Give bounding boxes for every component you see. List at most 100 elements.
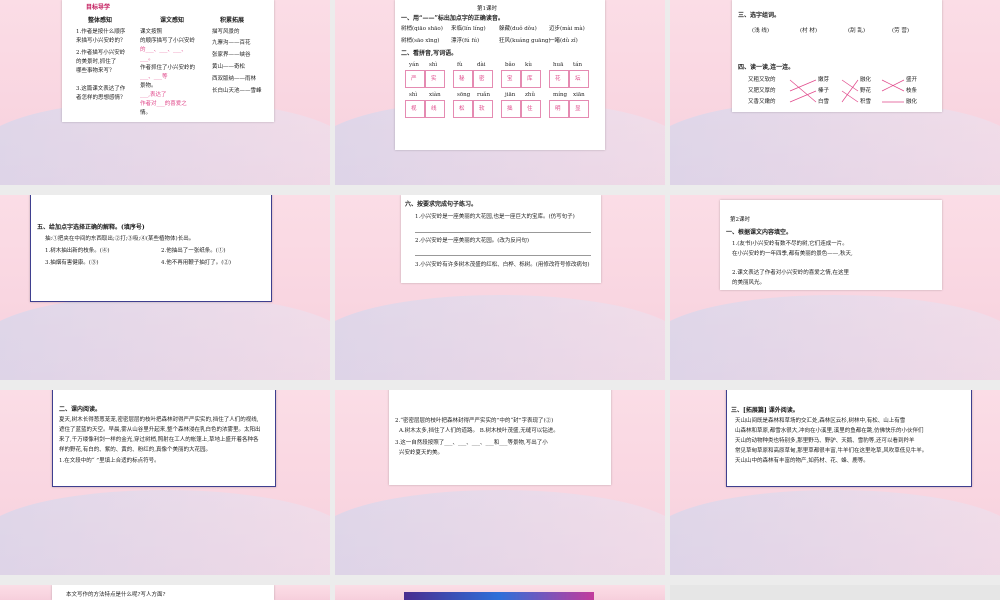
question-line: 兴安岭夏天的美。 (399, 450, 444, 456)
question-title: 二、课内阅读。 (59, 406, 102, 413)
passage-line: 天山的动物种类也特别多,那里野马、野驴、天鹅、雪豹等,还可以看到羚羊 (735, 438, 915, 444)
col1-line: 的美景时,抓住了 (76, 59, 117, 65)
col2-title: 课文感知 (160, 17, 185, 24)
col2-line: 课文按照 (140, 29, 163, 35)
col3-line: 描写风景的 (212, 29, 240, 35)
pinyin-label: xiān (573, 92, 585, 98)
col2-line: 的顺序描写了小兴安岭 (140, 38, 196, 44)
pinyin-row: 来临(lín líng) (451, 26, 486, 32)
pinyin-label: jiān (505, 92, 516, 98)
question-title: 六、按要求完成句子练习。 (405, 201, 478, 208)
pinyin-row: 漂浮(fú fú) (451, 38, 480, 44)
slide-card: 第1课时 一、用“——”标出加点字的正确读音。 树梢(qiāo shāo) 来临… (395, 0, 605, 150)
col1-line: 者怎样的思想感情？ (76, 95, 126, 101)
slide-thumbnail-2[interactable]: 第1课时 一、用“——”标出加点字的正确读音。 树梢(qiāo shāo) 来临… (335, 0, 665, 185)
col2-line: 作者对___的喜爱之 (140, 101, 187, 107)
sentence-task: 3.小兴安岭有许多树木茂盛的红松、白桦、栎树。(用修改符号修改病句) (415, 262, 590, 268)
col1-line: 哪些事物来写？ (76, 68, 115, 74)
slide-card: 五、给加点字选择正确的解释。(填序号) 抽:①把夹在中间的东西取出;②打;③吸;… (30, 195, 272, 302)
question-title: 五、给加点字选择正确的解释。(填序号) (37, 224, 145, 231)
character-box: 显 (569, 100, 589, 118)
answer-line (415, 232, 591, 233)
pinyin-label: xiàn (429, 92, 441, 98)
passage-line: 1.在文段中的“ ”里填上合适的标点符号。 (59, 458, 160, 464)
col3-line: 长白山天池——雪峰 (212, 88, 262, 94)
answer-item: 1.树木抽出新的枝条。(④) (45, 248, 110, 254)
slide-thumbnail-3[interactable]: 三、选字组词。 (浅 线) (村 材) (刮 乱) (劳 营) 四、读一读,连一… (670, 0, 1000, 185)
pinyin-row: 狂风(kuáng guāng) (499, 38, 551, 44)
option-line: A.树木太多,挡住了人们的道路。 B.树木枝叶茂盛,无缝可以钻进。 (399, 428, 559, 434)
slide-card: 六、按要求完成句子练习。 1.小兴安岭是一座美丽的大花园,也是一座巨大的宝库。(… (401, 195, 601, 283)
slide-thumbnail-7[interactable]: 二、课内阅读。 夏天,树木长得葱葱茏茏,密密层层的枝叶把森林封得严严实实的,挡住… (0, 390, 330, 575)
slide-thumbnail-grid: 目标导学 整体感知 课文感知 积累拓展 1.作者是按什么顺序 来描写小兴安岭的？… (0, 0, 1000, 600)
pinyin-row: 迈步(mài mà) (549, 26, 585, 32)
lesson-heading: 第1课时 (477, 6, 497, 12)
character-box: 明 (549, 100, 569, 118)
col1-line: 3.这篇课文表达了作 (76, 86, 126, 92)
question-title: 一、用“——”标出加点字的正确读音。 (401, 15, 504, 22)
slide-thumbnail-1[interactable]: 目标导学 整体感知 课文感知 积累拓展 1.作者是按什么顺序 来描写小兴安岭的？… (0, 0, 330, 185)
fill-line: 的美丽风光。 (732, 280, 766, 286)
pinyin-label: ruǎn (477, 92, 490, 98)
pinyin-label: bǎo (505, 62, 516, 68)
slide-thumbnail-5[interactable]: 六、按要求完成句子练习。 1.小兴安岭是一座美丽的大花园,也是一座巨大的宝库。(… (335, 195, 665, 380)
slide-thumbnail-8[interactable]: 2.“密密层层的枝叶把森林封得严严实实的”中的“封”字表现了(②) A.树木太多… (335, 390, 665, 575)
slide-card: 二、课内阅读。 夏天,树木长得葱葱茏茏,密密层层的枝叶把森林封得严严实实的,挡住… (52, 390, 276, 487)
passage-line: 来了,千万缕像利剑一样的金光,穿过树梢,照射在工人的帐篷上,草地上盛开着各种各 (59, 437, 259, 443)
col2-line: 的___、___、___、 (140, 47, 187, 53)
cover-image-strip (404, 592, 594, 600)
pinyin-label: huā (553, 62, 564, 68)
background-wave (670, 490, 1000, 575)
slide-thumbnail-9[interactable]: 三、[拓展篇] 课外阅读。 天山山间既是森林和草场的交汇处,森林区云杉,树林中,… (670, 390, 1000, 575)
passage-line: 遮住了蓝蓝的天空。早晨,雾从山谷里升起来,整个森林浸在乳白色的浓雾里。太阳出 (59, 427, 261, 433)
slide-card: 目标导学 整体感知 课文感知 积累拓展 1.作者是按什么顺序 来描写小兴安岭的？… (62, 0, 274, 122)
col2-line: ___、___等 (140, 74, 168, 80)
slide-card: 三、[拓展篇] 课外阅读。 天山山间既是森林和草场的交汇处,森林区云杉,树林中,… (726, 390, 972, 487)
col3-line: 九寨沟——百花 (212, 40, 251, 46)
character-box: 库 (521, 70, 541, 88)
sentence-task: 1.小兴安岭是一座美丽的大花园,也是一座巨大的宝库。(仿写句子) (415, 214, 575, 220)
passage-line: 天山山间既是森林和草场的交汇处,森林区云杉,树林中,有松、山上有雪 (735, 418, 906, 424)
definition-text: 抽:①把夹在中间的东西取出;②打;③吸;④(某些植物体)长出。 (45, 236, 195, 242)
slide-tag: 目标导学 (86, 4, 111, 11)
passage-line: 夏天,树木长得葱葱茏茏,密密层层的枝叶把森林封得严严实实的,挡住了人们的视线, (59, 417, 259, 423)
col2-line: 作者抓住了小兴安岭的 (140, 65, 196, 71)
answer-item: 3.抽烟有害健康。(③) (45, 260, 99, 266)
background-wave (0, 295, 330, 380)
col3-line: 黄山——奇松 (212, 64, 246, 70)
slide-card: 2.“密密层层的枝叶把森林封得严严实实的”中的“封”字表现了(②) A.树木太多… (389, 390, 611, 485)
passage-line: 天山山中的森林有丰富的物产,如药材、花、蜂、鹿等。 (735, 458, 869, 464)
sentence-task: 2.小兴安岭是一座美丽的大花园。(改为反问句) (415, 238, 530, 244)
col2-line: ___。 (140, 56, 154, 62)
pinyin-label: sōng (457, 92, 471, 98)
slide-thumbnail-10[interactable]: 本文写作的方法特点是什么呢?写人方面? (0, 585, 330, 600)
background-wave (670, 295, 1000, 380)
pinyin-row: 树梢(sāo xīng) (401, 38, 440, 44)
answer-line (415, 255, 591, 256)
answer-item: 4.他不再用鞭子抽打了。(②) (161, 260, 232, 266)
fill-line: 在小兴安岭的一年四季,都有美丽的景色——,秋天, (732, 251, 853, 257)
pinyin-label: zhǔ (525, 92, 535, 98)
pinyin-row: 躲藏(duǒ dǒu) (499, 26, 537, 32)
pinyin-label: kù (525, 62, 532, 68)
passage-line: 样的野花,有白的、紫的、黄的、粉红的,真像个美丽的大花园。 (59, 447, 211, 453)
col2-line: 情。 (140, 110, 152, 116)
match-lines (789, 79, 905, 103)
answer-item: 2.他抽出了一张纸条。(①) (161, 248, 226, 254)
lesson-heading: 第2课时 (730, 217, 750, 223)
col2-line: 景物。 (140, 83, 157, 89)
character-box: 住 (521, 100, 541, 118)
slide-thumbnail-6[interactable]: 第2课时 一、根据课文内容填空。 1.(友书)小兴安岭有数不尽的树,它们连成一片… (670, 195, 1000, 380)
character-box: 宝 (501, 70, 521, 88)
passage-line: 常见草甸草原和高原草甸,那里草都很丰富,牛羊们在这里吃草,风吹草低见牛羊。 (735, 448, 928, 454)
pinyin-row: 树梢(qiāo shāo) (401, 26, 443, 32)
background-wave (0, 490, 330, 575)
slide-thumbnail-4[interactable]: 五、给加点字选择正确的解释。(填序号) 抽:①把夹在中间的东西取出;②打;③吸;… (0, 195, 330, 380)
character-box: 软 (473, 100, 493, 118)
background-wave (335, 490, 665, 575)
pinyin-label: míng (553, 92, 568, 98)
col3-line: 张家界——峡谷 (212, 52, 251, 58)
character-box: 线 (425, 100, 445, 118)
fill-line: 1.(友书)小兴安岭有数不尽的树,它们连成一片。 (732, 241, 848, 247)
pinyin-label: tán (573, 62, 583, 68)
